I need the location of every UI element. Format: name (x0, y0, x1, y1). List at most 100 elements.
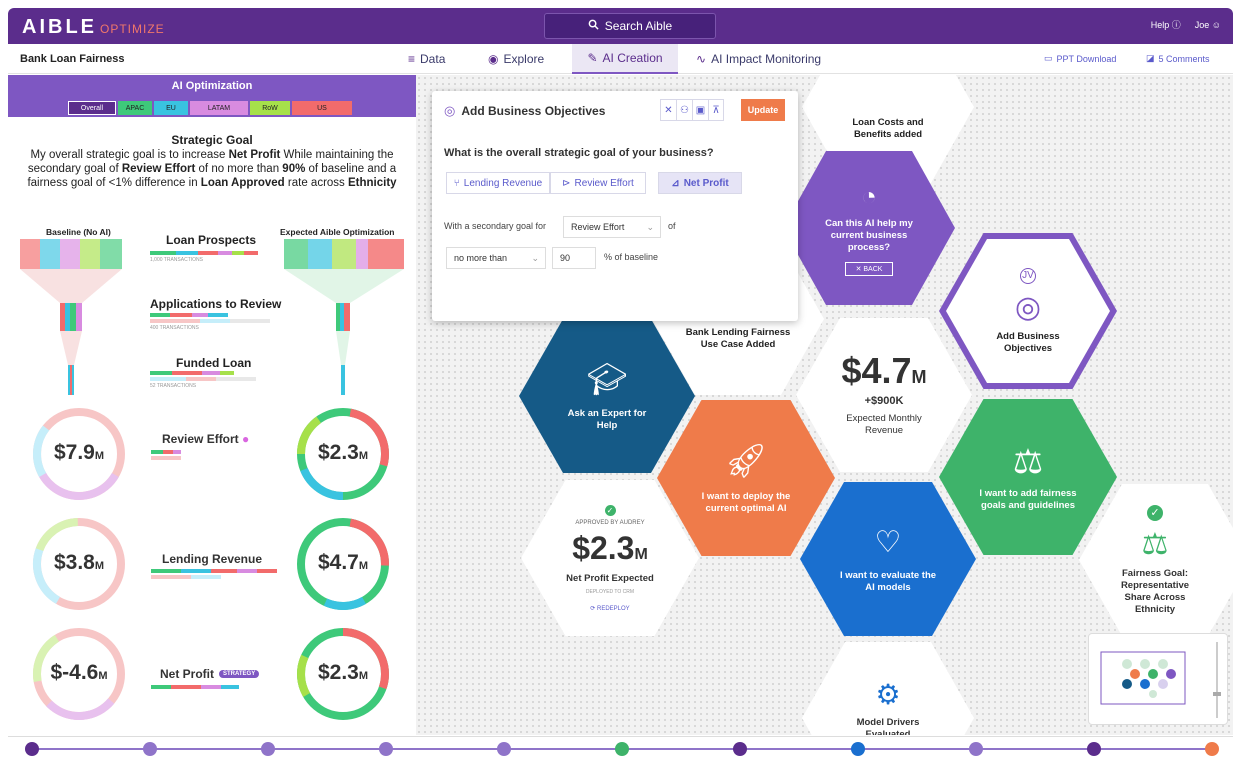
timeline-node[interactable] (261, 742, 275, 756)
check-icon: ✓ (1147, 504, 1163, 521)
user-menu[interactable]: Joe ☺ (1195, 20, 1221, 30)
nav-bar: Bank Loan Fairness ≡ Data ◉ Explore ✎ AI Cr… (8, 44, 1233, 74)
file-icon: ▭ (1044, 53, 1053, 63)
tab-explore[interactable]: ◉ Explore (488, 44, 558, 74)
timeline-node[interactable] (851, 742, 865, 756)
heartbeat-icon: ∿ (696, 52, 707, 66)
comments-link[interactable]: ◪ 5 Comments (1146, 53, 1210, 64)
option-lending-revenue[interactable]: ⑂ Lending Revenue (446, 172, 550, 194)
gears-icon: ⚙ (875, 678, 901, 710)
search-icon (588, 19, 599, 33)
stage-loan-prospects: Loan Prospects (166, 233, 257, 247)
metric-review-effort: Review Effort ● (162, 432, 250, 446)
chart-icon: ⑂ (453, 177, 460, 189)
avatar: JV (1020, 267, 1036, 284)
timeline-node[interactable] (615, 742, 629, 756)
metric-net-profit: Net Profit STRATEGY (160, 667, 260, 681)
net-profit-expected: $2.3M (317, 661, 369, 684)
delete-icon[interactable]: ▣ (692, 99, 708, 121)
timeline (8, 736, 1233, 761)
minimap[interactable] (1088, 633, 1228, 725)
add-business-objectives-popup: ◎ Add Business Objectives ✕ ⚇ ▣ ⊼ Update… (432, 91, 798, 321)
close-icon[interactable]: ✕ (660, 99, 676, 121)
region-tab-row[interactable]: RoW (250, 101, 290, 115)
stage-applications: Applications to Review (150, 297, 282, 311)
top-bar: AIBLE OPTIMIZE Search Aible Help ⓘ Joe ☺ (8, 8, 1233, 44)
magic-wand-icon: ✎ (587, 51, 598, 65)
net-profit-baseline: $-4.6M (50, 661, 108, 684)
tab-ai-creation[interactable]: ✎ AI Creation (572, 44, 678, 74)
timeline-node[interactable] (379, 742, 393, 756)
project-title: Bank Loan Fairness (20, 53, 125, 65)
compass-icon: ◉ (488, 52, 499, 66)
timeline-node[interactable] (733, 742, 747, 756)
chart-icon: ⊳ (562, 177, 571, 189)
check-icon: ✓ (604, 504, 616, 516)
timeline-node[interactable] (969, 742, 983, 756)
settings-icon: ◎ (444, 103, 456, 118)
heart-pulse-icon: ♡ (874, 525, 902, 559)
strategic-goal-title: Strategic Goal (171, 133, 253, 147)
user-icon: ☺ (1211, 19, 1221, 30)
database-icon: ≡ (408, 52, 416, 66)
review-effort-baseline: $7.9M (53, 441, 105, 464)
strategic-goal-text: My overall strategic goal is to increase… (27, 149, 397, 189)
timeline-node[interactable] (1087, 742, 1101, 756)
ai-optimization-panel: AI Optimization Overall APAC EU LATAM Ro… (8, 75, 416, 735)
panel-title: AI Optimization (171, 80, 253, 92)
stage-bar (150, 251, 270, 255)
hex-model-drivers[interactable]: ⚙ Model Drivers Evaluated (802, 642, 974, 735)
chart-icon: ⊿ (671, 177, 680, 189)
timeline-node[interactable] (1205, 742, 1219, 756)
lending-revenue-baseline: $3.8M (53, 551, 105, 574)
timeline-node[interactable] (143, 742, 157, 756)
option-net-profit[interactable]: ⊿ Net Profit (658, 172, 742, 194)
stage-funded-loan: Funded Loan (176, 356, 252, 370)
hex-fairness-goal-representative[interactable]: ✓ ⚖ Fairness Goal: Representative Share … (1079, 484, 1233, 636)
search-input[interactable]: Search Aible (544, 13, 716, 39)
graduation-cap-icon: 🎓︎ (586, 361, 628, 397)
back-button[interactable]: ✕ BACK (844, 261, 894, 276)
target-icon: ◎ (1014, 290, 1042, 324)
timeline-node[interactable] (25, 742, 39, 756)
pin-icon[interactable]: ⊼ (708, 99, 724, 121)
popup-title: Add Business Objectives (461, 104, 606, 118)
scales-icon: ⚖ (1141, 527, 1169, 561)
review-effort-expected: $2.3M (317, 441, 369, 464)
lending-revenue-expected: $4.7M (317, 551, 369, 574)
constraint-select[interactable]: no more than ⌄ (446, 247, 546, 269)
tab-ai-impact-monitoring[interactable]: ∿ AI Impact Monitoring (696, 44, 846, 74)
popup-question: What is the overall strategic goal of yo… (444, 147, 714, 159)
region-tab-apac[interactable]: APAC (118, 101, 152, 115)
expected-label: Expected Aible Optimization (280, 227, 395, 237)
update-button[interactable]: Update (741, 99, 785, 121)
help-link[interactable]: Help ⓘ (1151, 18, 1181, 31)
stage-transactions: 1,000 TRANSACTIONS (150, 257, 203, 263)
chevron-down-icon: ⌄ (531, 252, 539, 263)
metric-lending-revenue: Lending Revenue (162, 552, 263, 566)
chevron-down-icon: ⌄ (646, 221, 654, 232)
hex-add-fairness-goals[interactable]: ⚖ I want to add fairness goals and guide… (939, 399, 1117, 555)
help-icon: ⓘ (1171, 20, 1181, 30)
secondary-goal-select[interactable]: Review Effort ⌄ (563, 216, 661, 238)
ppt-download-link[interactable]: ▭ PPT Download (1044, 53, 1116, 64)
scales-icon: ⚖ (1012, 443, 1044, 481)
user-icon[interactable]: ⚇ (676, 99, 692, 121)
percent-input[interactable]: 90 (552, 247, 596, 269)
rocket-icon: 🚀︎ (724, 442, 768, 480)
region-tab-eu[interactable]: EU (154, 101, 188, 115)
hex-evaluate-models[interactable]: ♡ I want to evaluate the AI models (800, 482, 976, 636)
timeline-node[interactable] (497, 742, 511, 756)
hex-expected-revenue: $4.7M +$900K Expected Monthly Revenue (796, 318, 972, 472)
region-tab-us[interactable]: US (292, 101, 352, 115)
app-logo[interactable]: AIBLE OPTIMIZE (22, 16, 165, 39)
option-review-effort[interactable]: ⊳ Review Effort (550, 172, 646, 194)
region-tab-latam[interactable]: LATAM (190, 101, 248, 115)
tab-data[interactable]: ≡ Data (408, 44, 462, 74)
baseline-label: Baseline (No AI) (46, 227, 111, 237)
comment-icon: ◪ (1146, 53, 1155, 63)
strategy-badge: STRATEGY (219, 670, 260, 678)
gauge-icon: ◔ (861, 180, 877, 211)
region-tab-overall[interactable]: Overall (68, 101, 116, 115)
redeploy-button[interactable]: ⟳ REDEPLOY (590, 605, 629, 612)
